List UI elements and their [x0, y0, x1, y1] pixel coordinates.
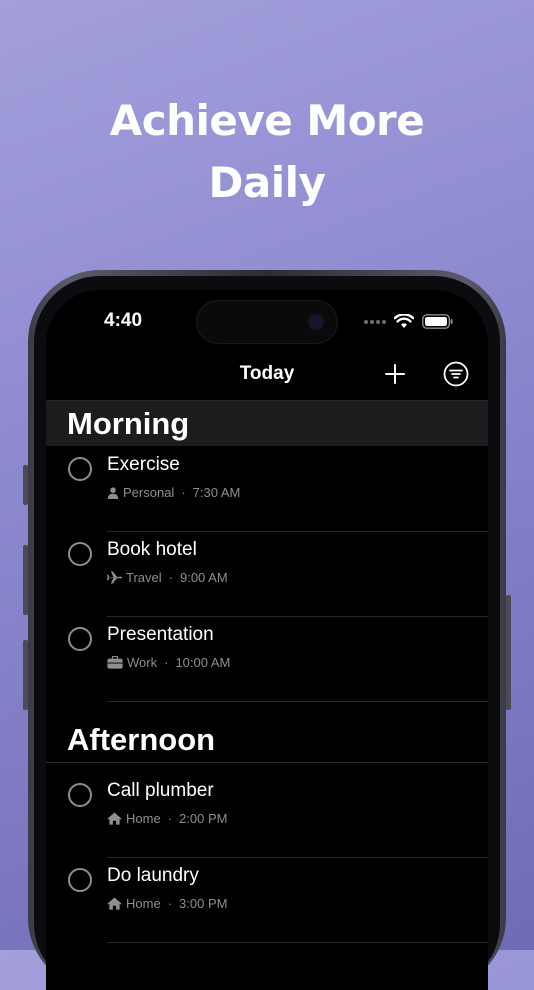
- task-row[interactable]: Do laundry Home · 3:00 PM: [46, 858, 488, 943]
- task-title: Presentation: [107, 624, 214, 645]
- marketing-headline: Achieve More Daily: [0, 90, 534, 214]
- task-row[interactable]: Call plumber Home · 2:00 PM: [46, 773, 488, 858]
- task-checkbox[interactable]: [68, 783, 92, 807]
- task-time: 7:30 AM: [192, 485, 241, 500]
- airplane-icon: [107, 571, 122, 584]
- row-divider: [107, 701, 488, 702]
- section-header-afternoon: Afternoon: [46, 717, 488, 763]
- plus-icon: [385, 364, 405, 384]
- add-task-button[interactable]: [381, 360, 409, 388]
- phone-power-button: [506, 595, 511, 710]
- nav-title: Today: [239, 363, 295, 384]
- meta-separator: ·: [167, 811, 173, 826]
- task-meta: Work · 10:00 AM: [107, 655, 230, 670]
- task-category: Personal: [123, 485, 175, 500]
- task-row[interactable]: Exercise Personal · 7:30 AM: [46, 447, 488, 532]
- briefcase-icon: [107, 656, 123, 669]
- dynamic-island: [196, 300, 338, 344]
- task-time: 2:00 PM: [179, 811, 228, 826]
- task-title: Do laundry: [107, 865, 199, 886]
- task-category: Home: [126, 896, 161, 911]
- meta-separator: ·: [181, 485, 186, 500]
- status-time: 4:40: [104, 310, 143, 331]
- headline-line-1: Achieve More: [109, 96, 425, 145]
- filter-icon: [443, 361, 469, 387]
- phone-screen: 4:40 Today Morning Exercise Personal · 7…: [46, 290, 488, 990]
- task-meta: Home · 3:00 PM: [107, 896, 227, 911]
- row-divider: [107, 942, 488, 943]
- phone-action-button: [23, 465, 28, 505]
- cellular-signal-icon: [364, 319, 386, 324]
- task-category: Work: [127, 655, 158, 670]
- task-title: Book hotel: [107, 539, 197, 560]
- phone-volume-down-button: [23, 640, 28, 710]
- task-checkbox[interactable]: [68, 868, 92, 892]
- task-checkbox[interactable]: [68, 542, 92, 566]
- task-checkbox[interactable]: [68, 627, 92, 651]
- wifi-icon: [394, 314, 414, 328]
- task-row[interactable]: Presentation Work · 10:00 AM: [46, 617, 488, 702]
- task-meta: Personal · 7:30 AM: [107, 485, 240, 500]
- task-title: Exercise: [107, 454, 180, 475]
- meta-separator: ·: [167, 896, 173, 911]
- section-header-morning: Morning: [46, 400, 488, 446]
- filter-button[interactable]: [442, 360, 470, 388]
- camera-icon: [308, 314, 324, 330]
- task-time: 9:00 AM: [179, 570, 228, 585]
- headline-line-2: Daily: [208, 158, 326, 207]
- task-meta: Travel · 9:00 AM: [107, 570, 228, 585]
- task-meta: Home · 2:00 PM: [107, 811, 227, 826]
- house-icon: [107, 812, 122, 825]
- meta-separator: ·: [168, 570, 173, 585]
- task-title: Call plumber: [107, 780, 214, 801]
- meta-separator: ·: [164, 655, 169, 670]
- task-time: 3:00 PM: [179, 896, 228, 911]
- task-checkbox[interactable]: [68, 457, 92, 481]
- task-category: Travel: [126, 570, 162, 585]
- task-category: Home: [126, 811, 161, 826]
- task-row[interactable]: Book hotel Travel · 9:00 AM: [46, 532, 488, 617]
- battery-icon: [422, 314, 453, 329]
- person-icon: [107, 486, 119, 499]
- phone-volume-up-button: [23, 545, 28, 615]
- task-time: 10:00 AM: [175, 655, 231, 670]
- status-indicators: [364, 314, 454, 329]
- house-icon: [107, 897, 122, 910]
